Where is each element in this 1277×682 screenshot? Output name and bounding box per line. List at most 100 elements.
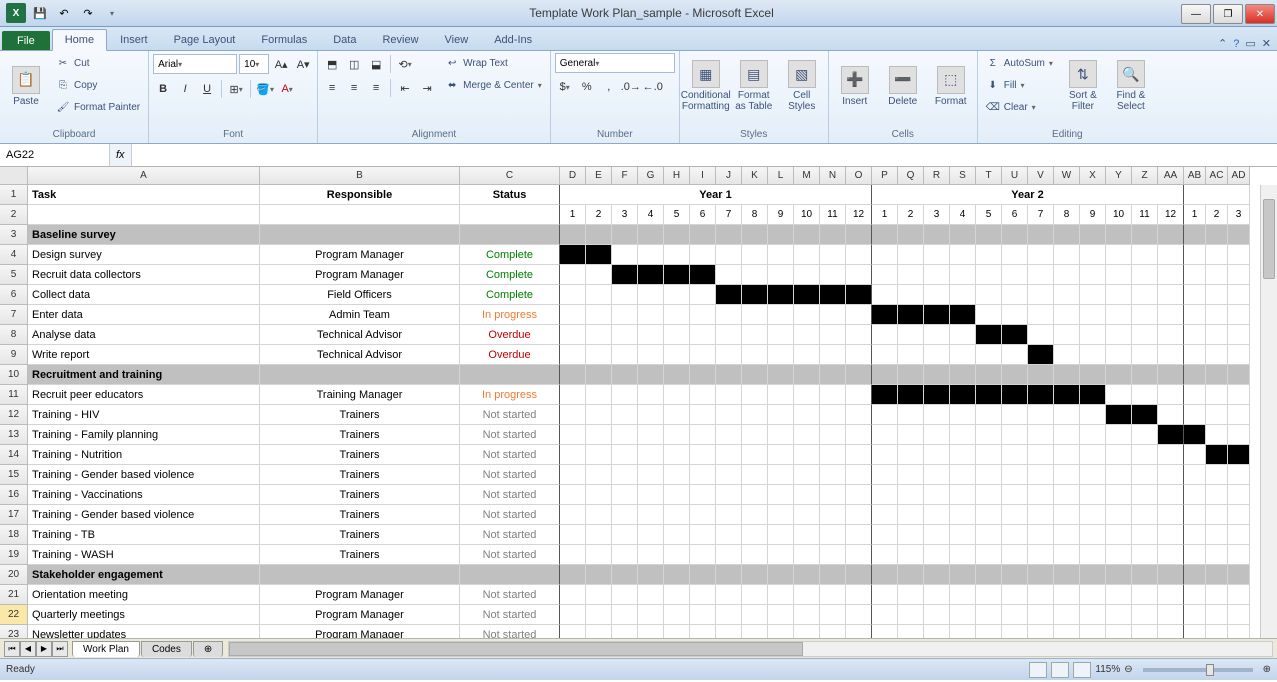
cell-styles-button[interactable]: ▧Cell Styles [780, 53, 824, 119]
cell[interactable] [612, 485, 638, 505]
cell[interactable] [846, 265, 872, 285]
cell[interactable] [664, 545, 690, 565]
cell[interactable] [1206, 525, 1228, 545]
cell[interactable] [690, 505, 716, 525]
row-header-4[interactable]: 4 [0, 245, 28, 265]
tab-formulas[interactable]: Formulas [248, 29, 320, 50]
row-headers[interactable]: 1234567891011121314151617181920212223 [0, 185, 28, 638]
cell[interactable] [716, 585, 742, 605]
cell[interactable] [1028, 525, 1054, 545]
cell[interactable] [638, 305, 664, 325]
cell[interactable] [1054, 525, 1080, 545]
clear-button[interactable]: ⌫Clear [982, 97, 1057, 117]
row-header-18[interactable]: 18 [0, 525, 28, 545]
cell[interactable] [1054, 285, 1080, 305]
cell[interactable] [664, 565, 690, 585]
cell[interactable] [924, 305, 950, 325]
cell[interactable] [690, 385, 716, 405]
row-header-2[interactable]: 2 [0, 205, 28, 225]
cell[interactable] [872, 465, 898, 485]
cell[interactable] [560, 245, 586, 265]
cell[interactable] [586, 565, 612, 585]
cell[interactable] [1228, 285, 1250, 305]
cell[interactable] [820, 225, 846, 245]
cell[interactable] [1228, 265, 1250, 285]
cell[interactable]: Technical Advisor [260, 325, 460, 345]
cell[interactable]: 10 [794, 205, 820, 225]
minimize-button[interactable]: — [1181, 4, 1211, 24]
cell[interactable] [1106, 225, 1132, 245]
cell[interactable]: Complete [460, 245, 560, 265]
cell[interactable] [1080, 265, 1106, 285]
cell[interactable] [1054, 225, 1080, 245]
cell[interactable] [638, 285, 664, 305]
cell[interactable] [612, 525, 638, 545]
cell[interactable] [768, 565, 794, 585]
cell[interactable] [1206, 625, 1228, 638]
cell[interactable] [1228, 385, 1250, 405]
cell[interactable] [898, 605, 924, 625]
number-format-select[interactable]: General [555, 53, 675, 73]
cell[interactable] [872, 565, 898, 585]
cell[interactable] [976, 605, 1002, 625]
cell[interactable]: Complete [460, 265, 560, 285]
column-header-AA[interactable]: AA [1158, 167, 1184, 185]
cell[interactable] [820, 465, 846, 485]
cell[interactable] [1132, 545, 1158, 565]
cell[interactable] [1080, 605, 1106, 625]
cell[interactable] [1054, 325, 1080, 345]
row-header-7[interactable]: 7 [0, 305, 28, 325]
cell[interactable] [586, 605, 612, 625]
cell[interactable] [1184, 285, 1206, 305]
horizontal-scrollbar[interactable] [228, 641, 1273, 657]
cell[interactable] [742, 585, 768, 605]
window-restore-icon[interactable]: ▭ [1245, 37, 1255, 50]
format-cells-button[interactable]: ⬚Format [929, 53, 973, 119]
cell[interactable] [976, 405, 1002, 425]
cell[interactable]: Not started [460, 485, 560, 505]
cell[interactable] [1132, 325, 1158, 345]
cell[interactable] [716, 605, 742, 625]
cell[interactable] [794, 325, 820, 345]
column-header-W[interactable]: W [1054, 167, 1080, 185]
column-header-P[interactable]: P [872, 167, 898, 185]
cell[interactable] [1080, 365, 1106, 385]
cell[interactable] [560, 545, 586, 565]
cell[interactable] [1206, 545, 1228, 565]
cell[interactable] [1080, 505, 1106, 525]
cell[interactable] [768, 425, 794, 445]
cell[interactable] [1028, 565, 1054, 585]
cell[interactable] [1106, 245, 1132, 265]
column-header-R[interactable]: R [924, 167, 950, 185]
cell[interactable] [794, 365, 820, 385]
cell[interactable] [638, 465, 664, 485]
cell[interactable] [846, 285, 872, 305]
cell[interactable]: Stakeholder engagement [28, 565, 260, 585]
cell[interactable] [1184, 225, 1206, 245]
cell[interactable] [820, 625, 846, 638]
cell[interactable]: Field Officers [260, 285, 460, 305]
cell[interactable] [1206, 285, 1228, 305]
column-header-U[interactable]: U [1002, 167, 1028, 185]
cell[interactable] [560, 465, 586, 485]
cell[interactable] [1080, 325, 1106, 345]
cell[interactable] [950, 445, 976, 465]
cell[interactable] [1106, 325, 1132, 345]
cell[interactable] [1002, 245, 1028, 265]
cell[interactable]: In progress [460, 385, 560, 405]
row-header-15[interactable]: 15 [0, 465, 28, 485]
underline-button[interactable]: U [197, 79, 217, 99]
cell[interactable] [1054, 345, 1080, 365]
cell[interactable] [768, 325, 794, 345]
cell[interactable] [794, 485, 820, 505]
cell[interactable]: Trainers [260, 505, 460, 525]
cell[interactable]: 9 [1080, 205, 1106, 225]
cell[interactable] [1158, 525, 1184, 545]
cell[interactable] [846, 485, 872, 505]
cell[interactable] [846, 545, 872, 565]
cell[interactable] [612, 565, 638, 585]
cell[interactable] [690, 265, 716, 285]
cell[interactable] [846, 565, 872, 585]
cell[interactable] [794, 445, 820, 465]
cell[interactable] [586, 305, 612, 325]
